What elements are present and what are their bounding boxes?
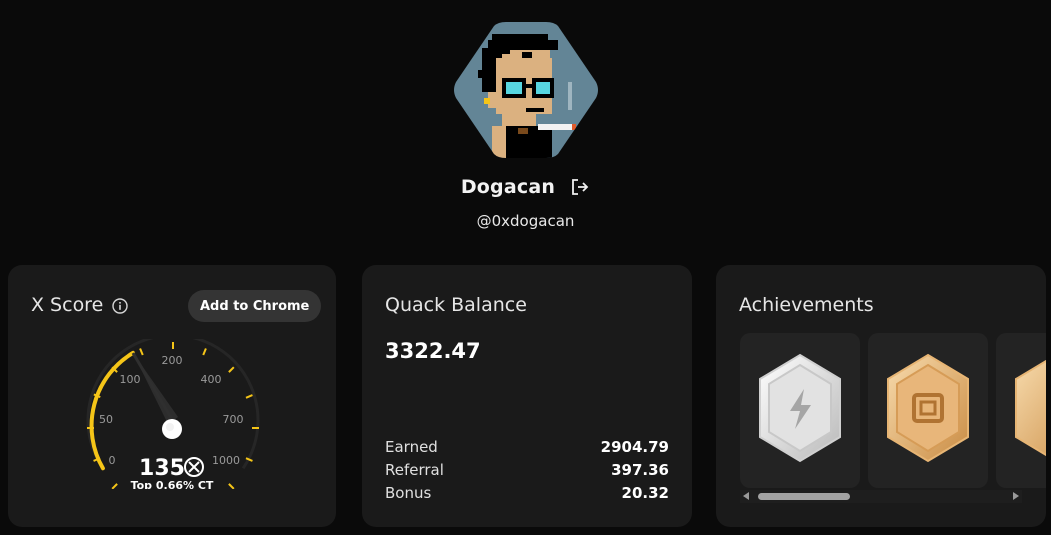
breakdown-row-bonus: Bonus 20.32 [385,484,669,507]
achievement-tile[interactable] [996,333,1046,488]
bronze-square-badge-icon [887,353,969,463]
achievements-strip[interactable] [740,333,1046,488]
scroll-left-arrow-icon[interactable] [743,492,749,500]
breakdown-row-referral: Referral 397.36 [385,461,669,484]
balance-breakdown: Earned 2904.79 Referral 397.36 Bonus 20.… [385,438,669,507]
x-score-gauge: 0 50 100 200 400 700 1000 135 Top 0.66% … [86,339,260,489]
scroll-right-arrow-icon[interactable] [1013,492,1019,500]
breakdown-label: Referral [385,461,444,479]
breakdown-value: 20.32 [621,484,669,502]
gauge-tick-label: 100 [120,373,141,386]
achievements-title: Achievements [739,294,874,316]
gauge-tick [202,348,207,356]
gauge-tick-label: 1000 [212,454,240,467]
gauge-tick [228,366,235,373]
scrollbar-thumb[interactable] [758,493,850,500]
profile-name: Dogacan [460,176,556,198]
x-score-title: X Score [31,294,104,316]
achievements-card: Achievements [716,265,1046,527]
breakdown-label: Bonus [385,484,432,502]
avatar [452,22,600,158]
achievements-scrollbar[interactable] [740,490,1022,503]
achievement-tile[interactable] [868,333,988,488]
x-score-rank: Top 0.66% CT [131,479,214,489]
silver-lightning-badge-icon [759,353,841,463]
logout-icon[interactable] [570,177,590,197]
gauge-tick-label: 50 [99,413,113,426]
gauge-tick-label: 0 [109,454,116,467]
quack-balance-title: Quack Balance [385,294,527,316]
breakdown-label: Earned [385,438,438,456]
info-icon[interactable] [112,298,128,314]
quack-balance-value: 3322.47 [385,339,481,363]
gauge-tick [245,394,253,399]
bronze-badge-icon [1015,359,1046,457]
x-score-card: X Score Add to Chrome 0 50 100 200 400 7… [8,265,336,527]
x-score-value: 135 [139,456,185,481]
x-logo-icon [184,457,204,477]
gauge-tick [139,348,144,356]
quack-balance-card: Quack Balance 3322.47 Earned 2904.79 Ref… [362,265,692,527]
profile-handle: @0xdogacan [476,212,575,230]
pixel-avatar-icon [454,22,598,158]
gauge-tick-label: 200 [162,354,183,367]
gauge-tick-label: 400 [201,373,222,386]
achievement-tile[interactable] [740,333,860,488]
breakdown-value: 2904.79 [600,438,669,456]
gauge-tick-label: 700 [223,413,244,426]
breakdown-value: 397.36 [611,461,669,479]
gauge-tick [228,483,235,489]
add-to-chrome-button[interactable]: Add to Chrome [188,290,322,322]
gauge-tick [111,483,118,489]
breakdown-row-earned: Earned 2904.79 [385,438,669,461]
